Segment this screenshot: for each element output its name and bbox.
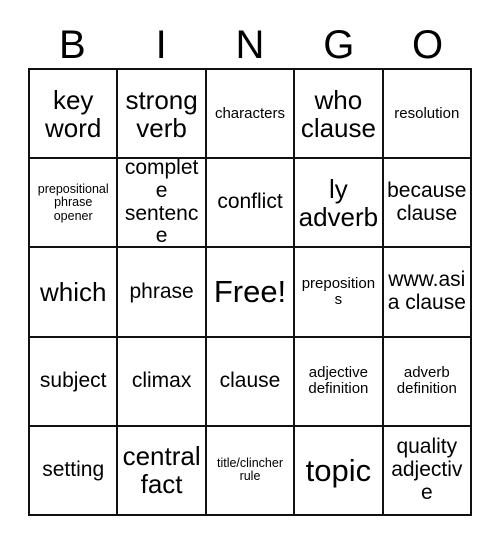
- bingo-cell[interactable]: topic: [295, 426, 384, 516]
- bingo-cell[interactable]: www.asia clause: [383, 248, 472, 338]
- bingo-cell-label: title/clincher rule: [216, 455, 283, 484]
- bingo-cell[interactable]: climax: [118, 337, 207, 427]
- bingo-cell-label: subject: [39, 368, 107, 392]
- bingo-header-letter-i: I: [155, 23, 167, 67]
- bingo-cell-label: who clause: [300, 84, 376, 143]
- bingo-cell[interactable]: characters: [206, 70, 296, 160]
- bingo-cell[interactable]: title/clincher rule: [206, 426, 296, 516]
- bingo-free-space-label: Free!: [213, 274, 287, 310]
- bingo-cell[interactable]: central fact: [118, 426, 207, 516]
- bingo-card: B I N G O key word strong verb character…: [0, 0, 500, 544]
- bingo-header-letter-b: B: [59, 23, 86, 67]
- bingo-header-row: B I N G O: [28, 22, 472, 68]
- bingo-cell-label: which: [39, 276, 107, 307]
- bingo-cell[interactable]: complete sentence: [118, 159, 207, 249]
- bingo-header-letter-o: O: [412, 23, 444, 67]
- bingo-cell[interactable]: which: [30, 248, 119, 338]
- bingo-cell-label: because clause: [387, 179, 467, 225]
- bingo-cell-label: www.asia clause: [387, 268, 466, 314]
- bingo-grid: key word strong verb characters who clau…: [28, 68, 472, 516]
- bingo-cell-label: key word: [45, 84, 102, 143]
- bingo-header-letter-n: N: [235, 23, 265, 67]
- bingo-cell-label: characters: [214, 104, 285, 122]
- bingo-cell-label: adjective definition: [308, 364, 369, 398]
- bingo-cell-label: central fact: [122, 441, 201, 500]
- bingo-cell-label: resolution: [394, 104, 460, 122]
- bingo-cell[interactable]: conflict: [206, 159, 296, 249]
- bingo-cell[interactable]: strong verb: [118, 70, 207, 160]
- bingo-cell-label: setting: [42, 458, 105, 482]
- bingo-cell-label: conflict: [217, 190, 283, 214]
- bingo-cell[interactable]: key word: [30, 70, 119, 160]
- bingo-cell-free-space[interactable]: Free!: [206, 248, 296, 338]
- bingo-cell[interactable]: prepositional phrase opener: [30, 159, 119, 249]
- bingo-cell-label: quality adjective: [391, 435, 463, 504]
- bingo-cell-label: adverb definition: [396, 364, 457, 398]
- bingo-cell-label: phrase: [129, 279, 194, 303]
- bingo-cell[interactable]: phrase: [118, 248, 207, 338]
- bingo-cell[interactable]: subject: [30, 337, 119, 427]
- bingo-cell[interactable]: clause: [206, 337, 296, 427]
- bingo-cell[interactable]: quality adjective: [383, 426, 472, 516]
- bingo-cell[interactable]: resolution: [383, 70, 472, 160]
- bingo-cell[interactable]: prepositions: [295, 248, 384, 338]
- bingo-cell-label: complete sentence: [124, 159, 199, 248]
- bingo-cell[interactable]: setting: [30, 426, 119, 516]
- bingo-cell[interactable]: adverb definition: [383, 337, 472, 427]
- bingo-cell[interactable]: ly adverb: [295, 159, 384, 249]
- bingo-cell-label: topic: [305, 452, 372, 488]
- bingo-cell-label: ly adverb: [298, 173, 379, 232]
- bingo-cell-label: prepositions: [301, 274, 376, 308]
- bingo-cell-label: prepositional phrase opener: [37, 181, 109, 223]
- bingo-header-letter-g: G: [323, 23, 355, 67]
- bingo-cell[interactable]: who clause: [295, 70, 384, 160]
- bingo-cell-label: clause: [219, 368, 281, 392]
- bingo-cell-label: climax: [131, 368, 192, 392]
- bingo-cell[interactable]: because clause: [383, 159, 472, 249]
- bingo-cell-label: strong verb: [125, 84, 198, 143]
- bingo-cell[interactable]: adjective definition: [295, 337, 384, 427]
